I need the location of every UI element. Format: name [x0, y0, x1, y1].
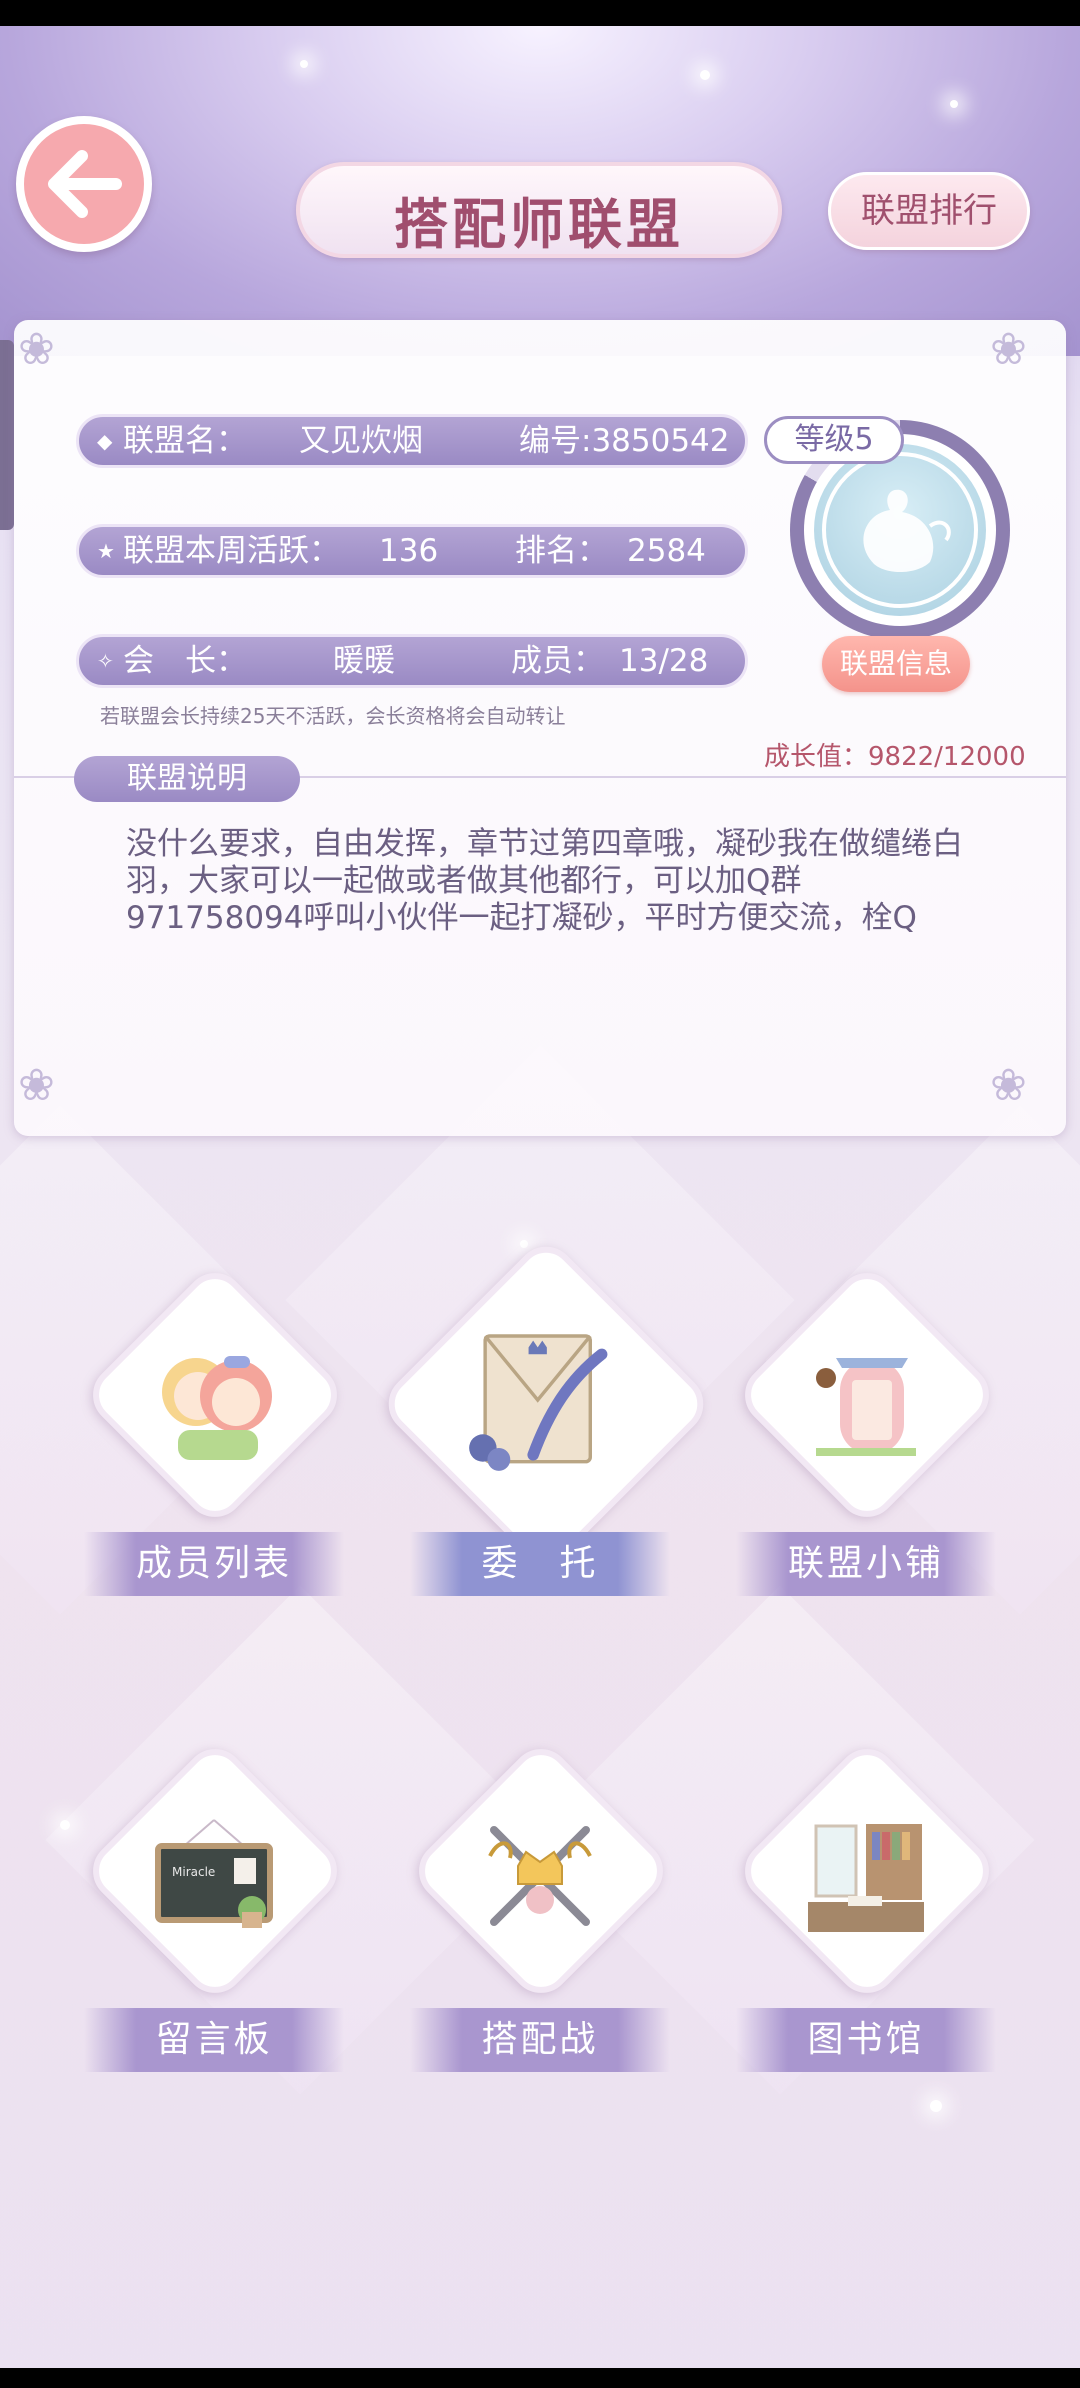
book-icon: ◆ — [97, 429, 113, 453]
rank-value: 2584 — [627, 533, 706, 569]
page-title-plate: 搭配师联盟 — [296, 162, 782, 258]
leader-label: 会 长： — [123, 643, 247, 679]
svg-text:Miracle: Miracle — [172, 1865, 215, 1879]
star-icon: ★ — [97, 539, 115, 563]
members-label: 成员： — [511, 643, 604, 679]
alliance-name-label: 联盟名： — [123, 423, 247, 459]
growth-value: 成长值：9822/12000 — [764, 742, 1026, 772]
feature-message-board[interactable]: Miracle 留言板 — [80, 1736, 350, 2106]
weekly-activity-row: ★ 联盟本周活跃： 136 排名： 2584 — [76, 524, 748, 578]
feature-shop[interactable]: 联盟小铺 — [732, 1260, 1002, 1630]
navigation-bar — [0, 2368, 1080, 2388]
corner-rose-icon: ❀ — [18, 324, 55, 375]
alliance-ranking-button[interactable]: 联盟排行 — [828, 172, 1030, 250]
feature-members-label: 成员列表 — [84, 1532, 344, 1596]
commission-icon — [469, 1334, 608, 1471]
status-bar — [0, 0, 1080, 26]
members-value: 13/28 — [619, 643, 709, 679]
feature-library[interactable]: 图书馆 — [732, 1736, 1002, 2106]
weekly-activity-value: 136 — [379, 533, 439, 569]
feature-shop-label: 联盟小铺 — [736, 1532, 996, 1596]
feature-commission-label: 委 托 — [410, 1532, 670, 1596]
sparkle — [520, 1240, 528, 1248]
feature-members[interactable]: 成员列表 — [80, 1260, 350, 1630]
battle-icon — [488, 1826, 592, 1926]
alliance-info-button[interactable]: 联盟信息 — [822, 636, 970, 692]
library-icon — [808, 1824, 924, 1932]
feature-styling-battle-label: 搭配战 — [410, 2008, 670, 2072]
level-badge: 等级5 — [764, 416, 904, 464]
corner-rose-icon: ❀ — [990, 1060, 1027, 1111]
side-drawer-handle[interactable] — [0, 340, 14, 530]
message-board-icon: Miracle — [155, 1819, 273, 1928]
feature-styling-battle[interactable]: 搭配战 — [406, 1736, 676, 2106]
back-arrow-icon — [48, 150, 122, 218]
alliance-id: 编号:3850542 — [519, 423, 730, 459]
back-button[interactable] — [16, 116, 152, 252]
alliance-description: 没什么要求，自由发挥，章节过第四章哦，凝砂我在做缱绻白羽，大家可以一起做或者做其… — [126, 826, 963, 936]
sparkle — [700, 70, 710, 80]
members-icon — [162, 1356, 272, 1460]
crown-icon: ✧ — [97, 649, 114, 673]
sparkle — [300, 60, 308, 68]
swan-emblem-icon — [814, 444, 986, 616]
feature-library-label: 图书馆 — [736, 2008, 996, 2072]
weekly-activity-label: 联盟本周活跃： — [123, 533, 340, 569]
leader-row: ✧ 会 长： 暖暖 成员： 13/28 — [76, 634, 748, 688]
feature-message-board-label: 留言板 — [84, 2008, 344, 2072]
feature-commission[interactable]: 委 托 — [376, 1234, 716, 1630]
shop-icon — [816, 1358, 916, 1456]
description-tag: 联盟说明 — [74, 756, 300, 802]
page-title: 搭配师联盟 — [394, 193, 684, 256]
sparkle — [60, 1820, 70, 1830]
corner-rose-icon: ❀ — [990, 324, 1027, 375]
rank-label: 排名： — [515, 533, 608, 569]
inactive-leader-notice: 若联盟会长持续25天不活跃，会长资格将会自动转让 — [100, 704, 566, 728]
sparkle — [950, 100, 958, 108]
alliance-name: 又见炊烟 — [299, 423, 423, 459]
alliance-name-row: ◆ 联盟名： 又见炊烟 编号:3850542 — [76, 414, 748, 468]
leader-value: 暖暖 — [333, 643, 395, 679]
corner-rose-icon: ❀ — [18, 1060, 55, 1111]
